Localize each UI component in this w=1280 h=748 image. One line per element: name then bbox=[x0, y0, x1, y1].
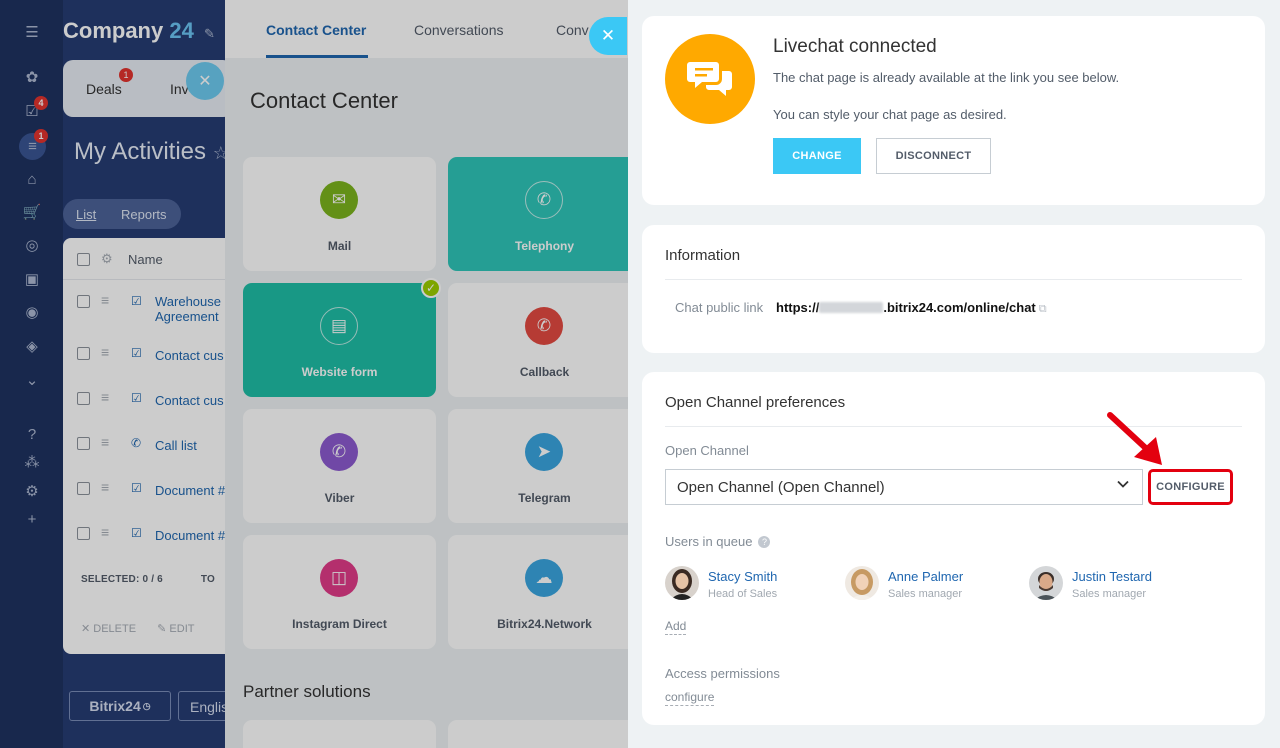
chevron-down-icon bbox=[1116, 477, 1130, 494]
open-channel-label: Open Channel bbox=[665, 443, 749, 458]
red-arrow-icon bbox=[1107, 412, 1162, 465]
user-name[interactable]: Anne Palmer bbox=[888, 569, 963, 584]
information-title: Information bbox=[665, 247, 741, 264]
user-role: Sales manager bbox=[888, 588, 962, 600]
add-user-link[interactable]: Add bbox=[665, 619, 687, 635]
disconnect-button[interactable]: DISCONNECT bbox=[876, 138, 991, 174]
information-card: Information Chat public link https://.bi… bbox=[642, 225, 1265, 353]
open-channel-select[interactable]: Open Channel (Open Channel) bbox=[665, 469, 1143, 505]
user-role: Sales manager bbox=[1072, 588, 1146, 600]
close-slider-button[interactable]: ✕ bbox=[589, 17, 627, 55]
avatar bbox=[665, 566, 699, 600]
preferences-title: Open Channel preferences bbox=[665, 394, 846, 411]
open-channel-card: Open Channel preferences Open Channel Op… bbox=[642, 372, 1265, 725]
configure-button[interactable]: CONFIGURE bbox=[1148, 469, 1233, 505]
livechat-title: Livechat connected bbox=[773, 36, 937, 57]
livechat-style-text: You can style your chat page as desired. bbox=[773, 107, 1007, 122]
avatar bbox=[845, 566, 879, 600]
livechat-card: Livechat connected The chat page is alre… bbox=[642, 16, 1265, 205]
chat-public-link[interactable]: https://.bitrix24.com/online/chat ⧉ bbox=[776, 300, 1047, 316]
help-icon[interactable]: ? bbox=[758, 536, 771, 548]
livechat-text: The chat page is already available at th… bbox=[773, 70, 1120, 85]
overlay-dim bbox=[0, 0, 628, 748]
user-name[interactable]: Justin Testard bbox=[1072, 569, 1152, 584]
chat-link-label: Chat public link bbox=[675, 300, 764, 315]
access-permissions-label: Access permissions bbox=[665, 666, 780, 681]
external-link-icon[interactable]: ⧉ bbox=[1039, 303, 1047, 315]
change-button[interactable]: CHANGE bbox=[773, 138, 861, 174]
user-role: Head of Sales bbox=[708, 588, 778, 600]
users-queue-label: Users in queue? bbox=[665, 534, 771, 549]
user-name[interactable]: Stacy Smith bbox=[708, 569, 777, 584]
blurred-domain bbox=[819, 302, 884, 313]
livechat-panel: Livechat connected The chat page is alre… bbox=[628, 0, 1280, 748]
screen: ☰ ✿ ☑ 4 ≡ 1 ⌂ 🛒 ◎ ▣ ◉ ◈ ⌄ ? ⁂ ⚙ + Compan… bbox=[0, 0, 1280, 748]
chat-bubbles-icon bbox=[665, 34, 755, 124]
configure-access-link[interactable]: configure bbox=[665, 690, 715, 706]
avatar bbox=[1029, 566, 1063, 600]
divider bbox=[665, 279, 1242, 280]
